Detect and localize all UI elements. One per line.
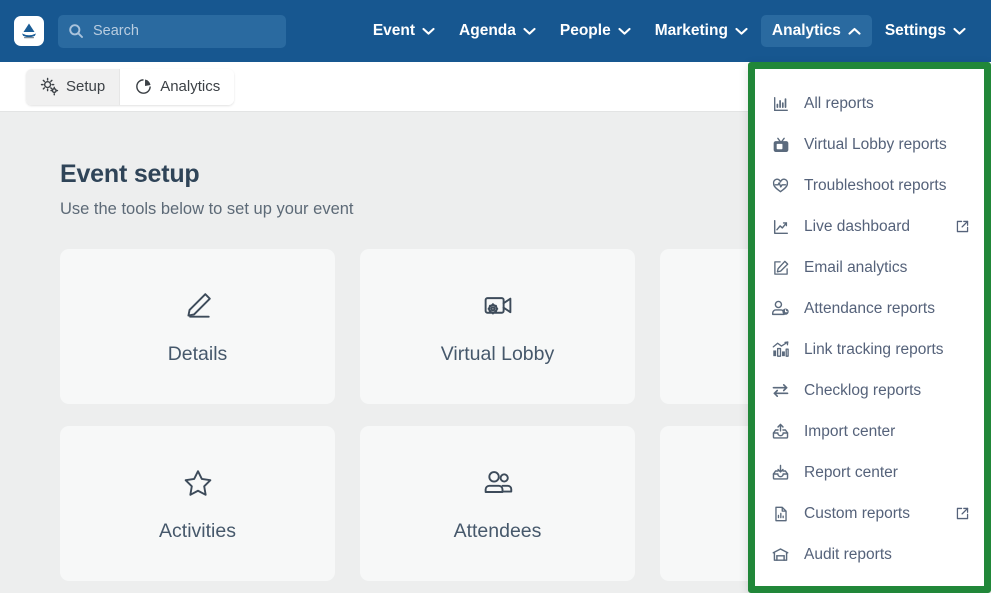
tab-label: Setup	[66, 78, 106, 95]
heart-pulse-icon	[771, 176, 790, 195]
television-icon	[771, 135, 790, 154]
search-icon	[68, 23, 84, 39]
tab-label: Analytics	[160, 78, 221, 95]
edit-square-icon	[771, 258, 790, 277]
pie-chart-icon	[136, 79, 152, 94]
people-icon	[480, 464, 516, 502]
card-virtual-lobby[interactable]: Virtual Lobby	[360, 249, 635, 404]
menu-item-virtual-lobby-reports[interactable]: Virtual Lobby reports	[755, 124, 984, 165]
pencil-icon	[180, 287, 216, 325]
menu-item-live-dashboard[interactable]: Live dashboard	[755, 206, 984, 247]
main-nav-items: Event Agenda People Marketing Analytics	[362, 15, 977, 47]
document-chart-icon	[771, 504, 790, 523]
nav-item-label: Settings	[884, 22, 946, 39]
menu-item-attendance-reports[interactable]: Attendance reports	[755, 288, 984, 329]
card-attendees[interactable]: Attendees	[360, 426, 635, 581]
top-navigation-bar: Event Agenda People Marketing Analytics	[0, 0, 991, 62]
nav-item-label: People	[559, 22, 611, 39]
app-logo[interactable]	[14, 16, 44, 46]
chevron-up-icon	[848, 27, 861, 35]
chevron-down-icon	[422, 27, 435, 35]
menu-item-label: Live dashboard	[804, 217, 910, 235]
card-label: Activities	[159, 520, 236, 542]
menu-item-report-center[interactable]: Report center	[755, 452, 984, 493]
menu-item-label: Checklog reports	[804, 381, 922, 399]
menu-item-audit-reports[interactable]: Audit reports	[755, 534, 984, 575]
card-activities[interactable]: Activities	[60, 426, 335, 581]
menu-item-all-reports[interactable]: All reports	[755, 83, 984, 124]
menu-item-label: Attendance reports	[804, 299, 935, 317]
analytics-dropdown-menu: All reports Virtual Lobby reports Troubl…	[748, 62, 991, 593]
nav-item-label: Agenda	[459, 22, 516, 39]
menu-item-label: All reports	[804, 94, 874, 112]
chevron-down-icon	[953, 27, 966, 35]
menu-item-custom-reports[interactable]: Custom reports	[755, 493, 984, 534]
card-label: Details	[167, 343, 228, 365]
menu-item-troubleshoot-reports[interactable]: Troubleshoot reports	[755, 165, 984, 206]
nav-item-analytics[interactable]: Analytics	[760, 15, 872, 47]
tab-setup[interactable]: Setup	[26, 68, 120, 105]
menu-item-label: Import center	[804, 422, 896, 440]
external-link-icon[interactable]	[955, 506, 970, 521]
analytics-dropdown-list: All reports Virtual Lobby reports Troubl…	[755, 69, 984, 586]
menu-item-import-center[interactable]: Import center	[755, 411, 984, 452]
card-details[interactable]: Details	[60, 249, 335, 404]
search-box[interactable]	[58, 14, 286, 48]
download-tray-icon	[771, 463, 790, 482]
app-logo-glyph	[22, 23, 36, 39]
card-label: Attendees	[453, 520, 542, 542]
chevron-down-icon	[735, 27, 748, 35]
app-root: Event Agenda People Marketing Analytics	[0, 0, 991, 593]
nav-item-event[interactable]: Event	[362, 15, 446, 47]
menu-item-checklog-reports[interactable]: Checklog reports	[755, 370, 984, 411]
menu-item-label: Audit reports	[804, 545, 892, 563]
menu-item-label: Email analytics	[804, 258, 908, 276]
gears-icon	[40, 77, 59, 96]
setup-analytics-toggle: Setup Analytics	[26, 68, 235, 105]
archive-box-icon	[771, 545, 790, 564]
nav-item-label: Analytics	[771, 22, 841, 39]
menu-item-label: Link tracking reports	[804, 340, 944, 358]
menu-item-label: Troubleshoot reports	[804, 176, 947, 194]
nav-item-marketing[interactable]: Marketing	[644, 15, 759, 47]
bar-chart-icon	[771, 94, 790, 113]
menu-item-label: Custom reports	[804, 504, 910, 522]
nav-item-people[interactable]: People	[549, 15, 642, 47]
nav-item-settings[interactable]: Settings	[874, 15, 977, 47]
line-chart-icon	[771, 217, 790, 236]
card-label: Virtual Lobby	[440, 343, 555, 365]
nav-item-label: Marketing	[654, 22, 728, 39]
chevron-down-icon	[618, 27, 631, 35]
menu-item-label: Report center	[804, 463, 898, 481]
video-camera-gear-icon	[480, 287, 516, 325]
menu-item-label: Virtual Lobby reports	[804, 135, 947, 153]
menu-item-email-analytics[interactable]: Email analytics	[755, 247, 984, 288]
external-link-icon[interactable]	[955, 219, 970, 234]
tab-analytics[interactable]: Analytics	[119, 68, 235, 105]
user-clock-icon	[771, 299, 790, 318]
import-tray-icon	[771, 422, 790, 441]
search-input[interactable]	[93, 14, 276, 48]
chart-trend-bars-icon	[771, 340, 790, 359]
exchange-arrows-icon	[771, 381, 790, 400]
chevron-down-icon	[523, 27, 536, 35]
nav-item-agenda[interactable]: Agenda	[448, 15, 547, 47]
nav-item-label: Event	[372, 22, 416, 39]
star-icon	[180, 464, 216, 502]
menu-item-link-tracking-reports[interactable]: Link tracking reports	[755, 329, 984, 370]
